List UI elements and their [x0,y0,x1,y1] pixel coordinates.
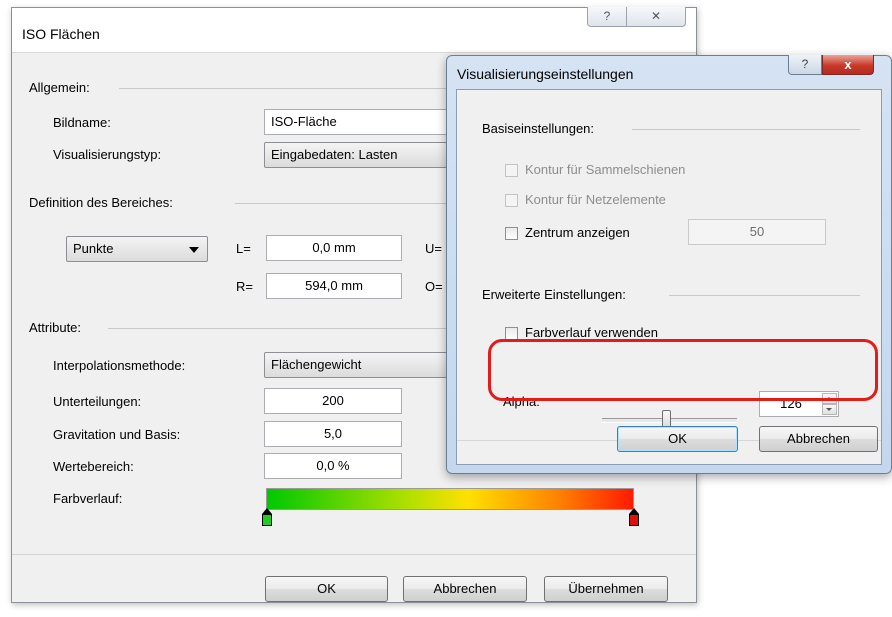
interpolation-select[interactable]: Flächengewicht [264,352,454,378]
l-input[interactable]: 0,0 mm [266,235,402,261]
alpha-label: Alpha: [503,394,540,409]
section-divider [119,88,449,89]
bildname-label: Bildname: [53,115,111,130]
checkbox-box[interactable] [505,194,518,207]
bereich-mode-value: Punkte [73,241,114,256]
visualisierungstyp-select[interactable]: Eingabedaten: Lasten [264,142,454,168]
section-bereich: Definition des Bereiches: [29,195,173,210]
interpolation-label: Interpolationsmethode: [53,358,186,373]
checkbox-label: Farbverlauf verwenden [525,325,658,340]
spin-up-icon[interactable] [822,393,837,404]
main-titlebar: ISO Flächen ? ✕ [12,7,696,53]
alpha-spinbox[interactable]: 126 [759,391,839,417]
visualisierungstyp-label: Visualisierungstyp: [53,147,162,162]
gravitation-input[interactable]: 5,0 [264,421,402,447]
chevron-down-icon [189,247,199,253]
close-icon[interactable]: ✕ [626,7,686,27]
ok-button[interactable]: OK [265,576,388,602]
farbverlauf-label: Farbverlauf: [53,491,123,506]
vis-client-area: Basiseinstellungen: Kontur für Sammelsch… [456,89,882,465]
visualisierung-dialog: Visualisierungseinstellungen ? x Basisei… [446,55,892,474]
section-basiseinstellungen: Basiseinstellungen: [482,121,595,136]
vis-cancel-button[interactable]: Abbrechen [759,426,878,452]
u-label: U= [425,241,442,256]
section-divider [632,129,860,130]
bildname-input[interactable]: ISO-Fläche [264,109,454,135]
zentrum-value-input[interactable]: 50 [688,219,826,245]
cancel-button[interactable]: Abbrechen [403,576,527,602]
help-icon[interactable]: ? [587,7,627,27]
checkbox-label: Kontur für Netzelemente [525,192,666,207]
close-icon[interactable]: x [822,55,874,75]
section-allgemein: Allgemein: [29,80,90,95]
spin-down-icon[interactable] [822,404,837,415]
gravitation-label: Gravitation und Basis: [53,427,181,442]
vis-dialog-title: Visualisierungseinstellungen [457,66,634,82]
checkbox-box[interactable] [505,227,518,240]
alpha-value: 126 [780,396,802,411]
unterteilungen-input[interactable]: 200 [264,388,402,414]
bereich-mode-select[interactable]: Punkte [66,236,208,262]
section-divider [235,203,449,204]
help-icon[interactable]: ? [788,55,822,75]
footer-divider [12,554,696,555]
checkbox-box[interactable] [505,327,518,340]
r-label: R= [236,279,253,294]
section-attribute: Attribute: [29,320,82,335]
o-label: O= [425,279,443,294]
wertebereich-label: Wertebereich: [53,459,134,474]
l-label: L= [236,241,251,256]
alpha-spin-buttons [822,393,837,415]
main-dialog-title: ISO Flächen [22,26,100,42]
gradient-end-marker[interactable] [629,508,639,526]
checkbox-label: Zentrum anzeigen [525,225,630,240]
gradient-start-marker[interactable] [262,508,272,526]
section-erweiterte: Erweiterte Einstellungen: [482,287,626,302]
vis-ok-button[interactable]: OK [617,426,738,452]
checkbox-label: Kontur für Sammelschienen [525,162,686,177]
section-divider [108,328,449,329]
unterteilungen-label: Unterteilungen: [53,394,142,409]
r-input[interactable]: 594,0 mm [266,273,402,299]
section-divider [669,295,860,296]
apply-button[interactable]: Übernehmen [544,576,668,602]
checkbox-box[interactable] [505,164,518,177]
wertebereich-input[interactable]: 0,0 % [264,453,402,479]
color-gradient-bar[interactable] [266,488,634,510]
